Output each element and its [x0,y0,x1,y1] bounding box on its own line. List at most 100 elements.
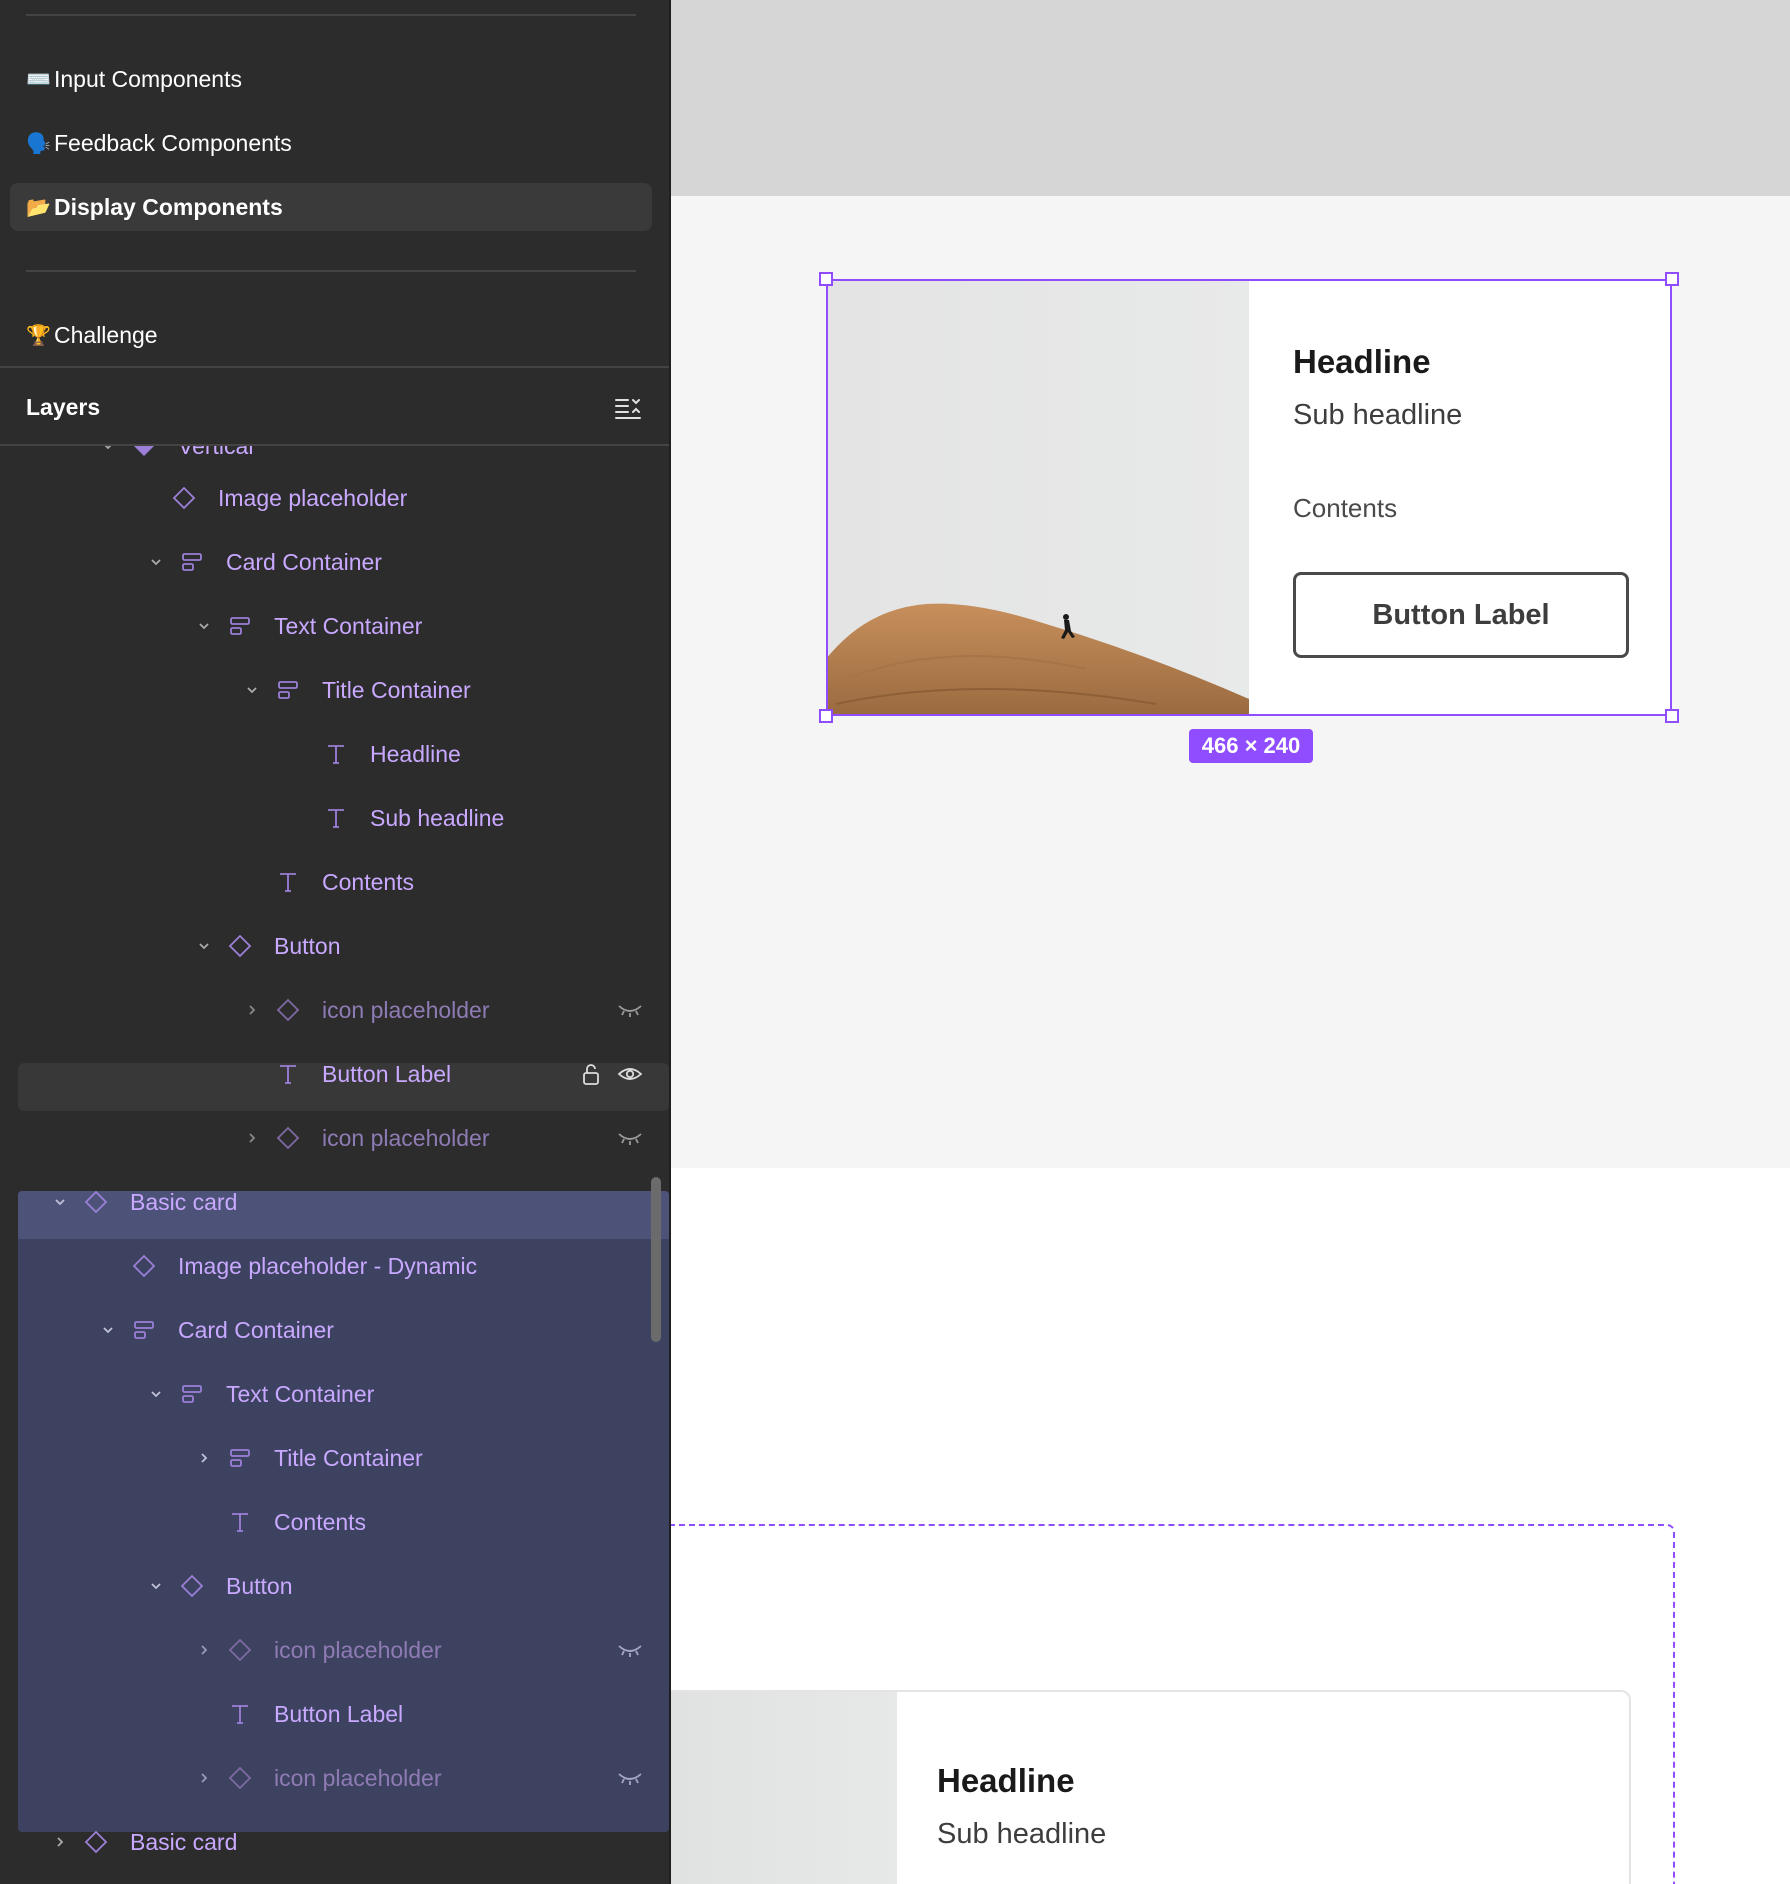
layers-scrollbar[interactable] [651,1177,661,1342]
layer-name: Card Container [226,548,382,575]
layer-row-sub-headline[interactable]: Sub headline [18,786,669,850]
layer-row-icon-placeholder[interactable]: icon placeholder [18,1746,669,1810]
layer-row-basic-card[interactable]: Basic card [18,1170,669,1234]
text-icon [226,1700,254,1728]
chevron-right-icon[interactable] [194,1640,214,1660]
layer-row-button[interactable]: Button [18,914,669,978]
layer-row-actions [617,1124,643,1152]
basic-card-variant[interactable]: Headline Sub headline [671,1690,1631,1884]
chevron-right-icon[interactable] [194,1768,214,1788]
layer-name: icon placeholder [274,1636,442,1663]
auto-layout-icon [178,548,206,576]
auto-layout-icon [130,1316,158,1344]
resize-handle-top-left[interactable] [819,272,833,286]
left-sidebar: ⌨️ Input Components 🗣️ Feedback Componen… [0,0,669,1884]
component-instance-icon [130,446,158,460]
layer-row-card-container[interactable]: Card Container [18,1298,669,1362]
page-item-challenge[interactable]: 🏆 Challenge [10,311,652,359]
auto-layout-icon [274,676,302,704]
chevron-down-icon[interactable] [242,680,262,700]
layer-name: icon placeholder [274,1764,442,1791]
layer-name: Text Container [274,612,423,639]
page-item-label: Display Components [54,193,283,220]
component-icon [226,1764,254,1792]
chevron-down-icon[interactable] [50,1192,70,1212]
layer-row-contents[interactable]: Contents [18,850,669,914]
page-item-label: Challenge [54,321,158,348]
image-placeholder-dynamic [671,1692,897,1884]
resize-handle-bottom-left[interactable] [819,709,833,723]
layer-row-button-label[interactable]: Button Label [18,1042,669,1106]
component-icon [82,1828,110,1856]
layer-row-icon-placeholder[interactable]: icon placeholder [18,1618,669,1682]
layer-name: Headline [370,740,461,767]
divider [26,14,636,16]
basic-card[interactable]: Headline Sub headline Contents Button La… [826,279,1672,716]
layer-row-text-container[interactable]: Text Container [18,594,669,658]
component-icon [130,1252,158,1280]
eye-closed-icon[interactable] [617,1000,643,1020]
chevron-right-icon[interactable] [50,1832,70,1852]
auto-layout-icon [226,1444,254,1472]
layer-name: Button Label [322,1060,452,1087]
card-sub-headline: Sub headline [1293,399,1463,431]
layer-row-basic-card[interactable]: Basic card [18,1810,669,1874]
card-headline: Headline [1293,343,1431,380]
component-icon [178,1572,206,1600]
layer-row-button[interactable]: Button [18,1554,669,1618]
component-icon [274,1124,302,1152]
chevron-right-icon[interactable] [242,1000,262,1020]
layer-row-image-placeholder[interactable]: Image placeholder [18,466,669,530]
layer-row-button-label[interactable]: Button Label [18,1682,669,1746]
component-icon [226,932,254,960]
text-icon [322,804,350,832]
page-item-label: Input Components [54,65,242,92]
layer-row-image-placeholder-dynamic[interactable]: Image placeholder - Dynamic [18,1234,669,1298]
layer-row-card-container[interactable]: Card Container [18,530,669,594]
collapse-layers-icon[interactable] [614,396,642,422]
layer-name: icon placeholder [322,1124,490,1151]
layer-row-contents[interactable]: Contents [18,1490,669,1554]
eye-closed-icon[interactable] [617,1768,643,1788]
unlock-icon[interactable] [581,1062,601,1086]
text-icon [274,868,302,896]
resize-handle-top-right[interactable] [1665,272,1679,286]
layer-row-icon-placeholder[interactable]: icon placeholder [18,978,669,1042]
auto-layout-icon [226,612,254,640]
card-contents: Contents [1293,493,1398,523]
page-item-input-components[interactable]: ⌨️ Input Components [10,55,652,103]
layers-header: Layers [0,366,669,446]
eye-icon[interactable] [617,1064,643,1084]
chevron-right-icon[interactable] [194,1448,214,1468]
layer-row-actions [617,996,643,1024]
layer-row-title-container[interactable]: Title Container [18,658,669,722]
layer-row-text-container[interactable]: Text Container [18,1362,669,1426]
page-item-display-components[interactable]: 📂 Display Components [10,183,652,231]
chevron-down-icon[interactable] [146,552,166,572]
layer-name: Button Label [274,1700,404,1727]
card-headline: Headline [937,1762,1075,1799]
eye-closed-icon[interactable] [617,1128,643,1148]
eye-closed-icon[interactable] [617,1640,643,1660]
design-canvas[interactable]: Headline Sub headline Contents Button La… [671,0,1790,1884]
component-icon [274,996,302,1024]
resize-handle-bottom-right[interactable] [1665,709,1679,723]
layer-name: Image placeholder [218,484,408,511]
chevron-down-icon[interactable] [146,1384,166,1404]
layer-row-headline[interactable]: Headline [18,722,669,786]
chevron-right-icon[interactable] [242,1128,262,1148]
text-icon [274,1060,302,1088]
chevron-down-icon[interactable] [194,936,214,956]
layer-name: icon placeholder [322,996,490,1023]
layer-name: Basic card [130,1828,238,1855]
chevron-down-icon[interactable] [98,446,118,456]
card-button[interactable]: Button Label [1293,572,1629,658]
chevron-down-icon[interactable] [194,616,214,636]
page-item-feedback-components[interactable]: 🗣️ Feedback Components [10,119,652,167]
layer-row-icon-placeholder[interactable]: icon placeholder [18,1106,669,1170]
layer-row-title-container[interactable]: Title Container [18,1426,669,1490]
layer-name: Text Container [226,1380,375,1407]
chevron-down-icon[interactable] [146,1576,166,1596]
text-icon [322,740,350,768]
chevron-down-icon[interactable] [98,1320,118,1340]
